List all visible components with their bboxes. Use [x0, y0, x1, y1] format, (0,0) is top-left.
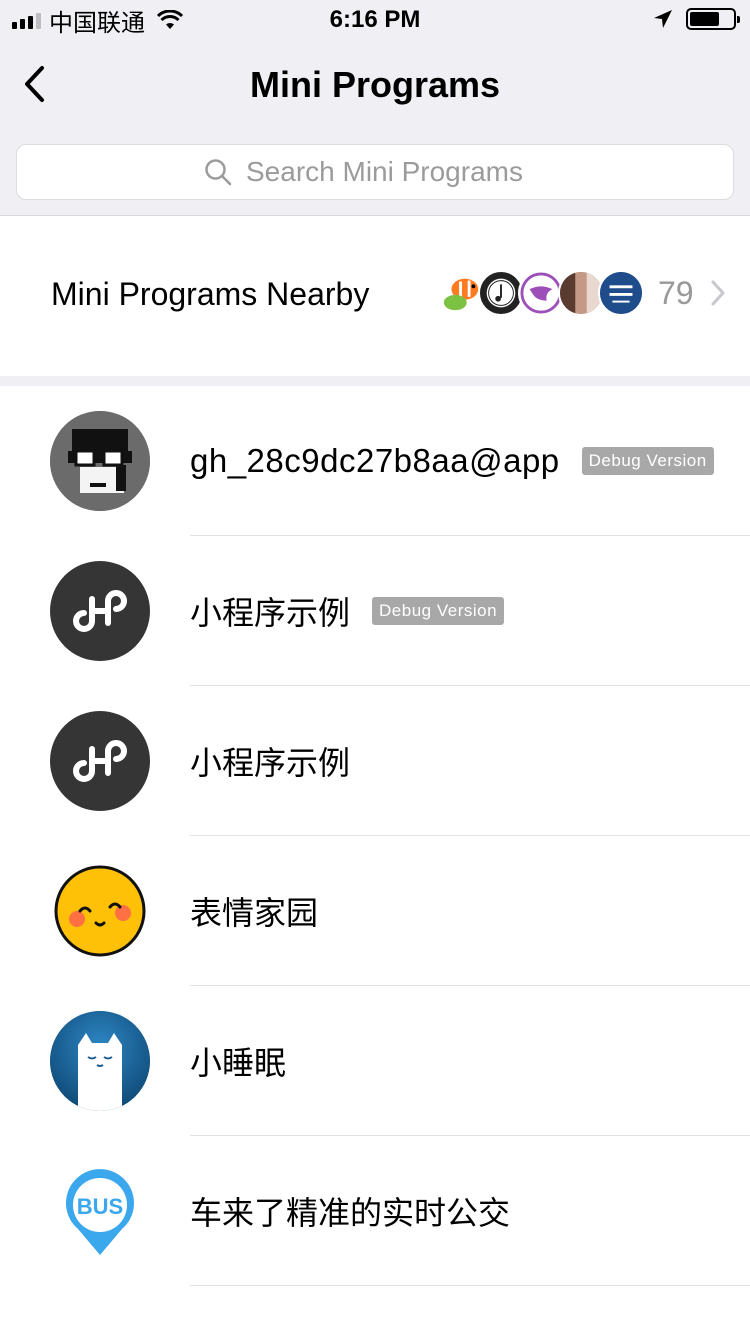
wifi-icon [157, 10, 183, 29]
list-item-text: 表情家园 [190, 836, 318, 986]
section-divider [0, 376, 750, 386]
list-item-title: 小程序示例 [190, 745, 351, 781]
list-item[interactable]: BUS 车来了精准的实时公交 [0, 1136, 750, 1286]
location-arrow-icon [654, 10, 672, 28]
mini-programs-nearby-row[interactable]: Mini Programs Nearby 79 [0, 216, 750, 376]
list-item-text: 小程序示例 [190, 686, 350, 836]
list-item-text: 小程序示例 Debug Version [190, 536, 505, 686]
page-title: Mini Programs [249, 64, 501, 105]
search-section [0, 128, 750, 216]
list-item-title: 表情家园 [190, 895, 319, 931]
debug-version-badge: Debug Version [372, 597, 505, 625]
list-item-title: gh_28c9dc27b8aa@app [190, 442, 560, 479]
battery-icon [686, 8, 740, 30]
list-item-text: 小睡眠 [190, 986, 286, 1136]
search-input[interactable] [246, 156, 546, 188]
row-separator [190, 1285, 750, 1286]
list-item[interactable]: 小程序示例 Debug Version [0, 536, 750, 686]
bus-pin-icon: BUS [50, 1161, 150, 1261]
debug-version-badge: Debug Version [581, 447, 714, 475]
nearby-summary: 79 [438, 270, 726, 316]
mini-program-link-icon [50, 561, 150, 661]
list-item[interactable]: 小程序示例 [0, 686, 750, 836]
search-bar[interactable] [16, 144, 734, 200]
status-left: 中国联通 [12, 6, 183, 37]
list-item[interactable]: 小睡眠 [0, 986, 750, 1136]
navigation-bar: Mini Programs [0, 40, 750, 128]
smiley-face-icon [50, 861, 150, 961]
nearby-label: Mini Programs Nearby [51, 276, 370, 312]
pixel-face-avatar [50, 411, 150, 511]
signal-icon [12, 11, 41, 29]
list-item-text: gh_28c9dc27b8aa@app Debug Version [190, 386, 714, 536]
list-item-title: 小睡眠 [190, 1045, 287, 1081]
carrier-name: 中国联通 [49, 9, 145, 37]
back-button[interactable] [14, 60, 54, 108]
nearby-count: 79 [658, 274, 694, 311]
list-item-title: 小程序示例 [190, 595, 351, 631]
chevron-right-icon [711, 280, 725, 306]
status-bar: 中国联通 6:16 PM [0, 0, 750, 40]
sleeping-cat-icon [50, 1011, 150, 1111]
list-item-text: 车来了精准的实时公交 [190, 1136, 510, 1286]
chevron-left-icon [25, 66, 44, 102]
nearby-avatar-blue-seal [598, 270, 644, 316]
mini-program-list: gh_28c9dc27b8aa@app Debug Version 小程序示例 … [0, 386, 750, 1286]
status-right [652, 8, 740, 30]
mini-program-link-icon [50, 711, 150, 811]
svg-text:BUS: BUS [77, 1194, 123, 1219]
list-item-title: 车来了精准的实时公交 [190, 1195, 511, 1231]
search-icon [205, 159, 232, 186]
list-item[interactable]: gh_28c9dc27b8aa@app Debug Version [0, 386, 750, 536]
list-item[interactable]: 表情家园 [0, 836, 750, 986]
